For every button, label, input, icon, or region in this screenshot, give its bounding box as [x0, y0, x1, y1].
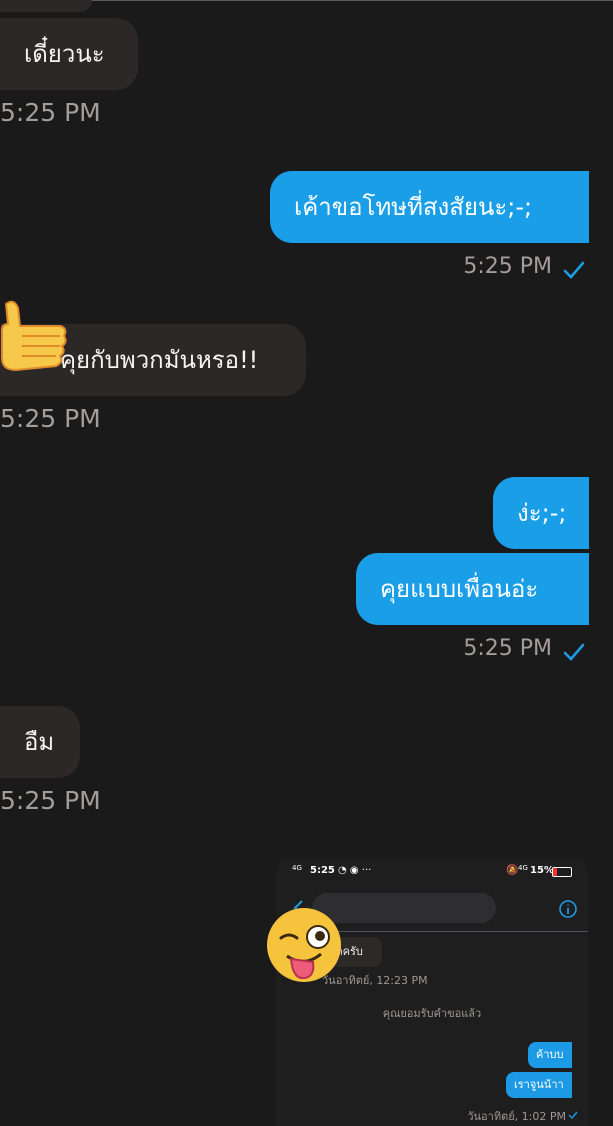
embedded-mute-icon: 🔕 [506, 865, 519, 876]
message-bubble-out[interactable]: ง่ะ;-; [493, 477, 589, 549]
embedded-system-note: คุณยอมรับคำขอแล้ว [382, 1007, 482, 1020]
message-text: อืม [24, 728, 55, 756]
thumbs-up-sticker-icon [0, 300, 67, 372]
embedded-message-text: ค้าบบ [536, 1048, 564, 1061]
message-text: คุยกับพวกมันหรอ!! [60, 346, 259, 374]
message-text: เค้าขอโทษที่สงสัยนะ;-; [294, 193, 533, 221]
message-text: คุยแบบเพื่อนอ่ะ [380, 575, 539, 603]
winking-tongue-emoji-icon [267, 908, 341, 982]
embedded-status-icons: ◔ ◉ ··· [338, 865, 372, 876]
embedded-status-time: 5:25 [310, 865, 335, 876]
embedded-message-out: เราจูนน้าา [506, 1072, 572, 1098]
message-bubble-in[interactable]: เดี๋ยวนะ [0, 18, 138, 90]
embedded-message-text: เราจูนน้าา [514, 1078, 564, 1091]
message-time: 5:25 PM [0, 404, 101, 433]
embedded-status-bar: 4G 5:25 ◔ ◉ ··· 🔕 4G 15% [276, 859, 588, 883]
embedded-network-right: 4G [518, 864, 528, 872]
embedded-message-out: ค้าบบ [528, 1042, 572, 1068]
message-time: 5:25 PM [0, 98, 101, 127]
embedded-read-check-icon [568, 1111, 578, 1120]
message-time: 5:25 PM [463, 254, 552, 279]
message-time: 5:25 PM [0, 786, 101, 815]
message-bubble-out[interactable]: คุยแบบเพื่อนอ่ะ [356, 553, 589, 625]
embedded-battery-icon [552, 867, 572, 877]
image-attachment[interactable]: 4G 5:25 ◔ ◉ ··· 🔕 4G 15% กครับ วันอาทิตย… [276, 859, 588, 1126]
read-check-icon [563, 261, 585, 279]
embedded-info-icon [559, 900, 577, 918]
message-text: เดี๋ยวนะ [24, 40, 105, 68]
message-bubble-in-partial[interactable] [0, 0, 92, 12]
embedded-network-label: 4G [292, 864, 302, 872]
message-text: ง่ะ;-; [517, 499, 567, 527]
message-bubble-out[interactable]: เค้าขอโทษที่สงสัยนะ;-; [270, 171, 589, 243]
read-check-icon [563, 643, 585, 661]
embedded-battery-percent: 15% [530, 865, 554, 876]
embedded-time-out: วันอาทิตย์, 1:02 PM [467, 1110, 566, 1123]
message-time: 5:25 PM [463, 636, 552, 661]
message-bubble-in[interactable]: อืม [0, 706, 80, 778]
